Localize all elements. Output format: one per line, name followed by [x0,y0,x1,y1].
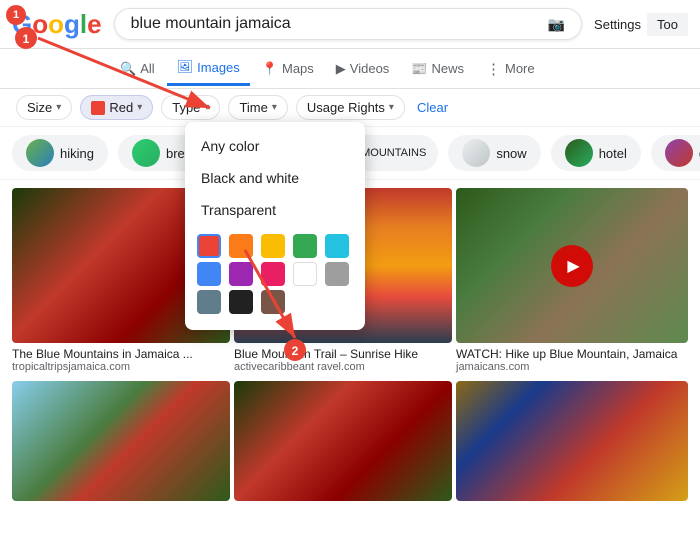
red-swatch [91,101,105,115]
time-chevron-icon: ▾ [272,102,277,113]
tab-images-label: Images [197,60,240,75]
tab-more-label: More [505,61,535,76]
image-title-aerial: WATCH: Hike up Blue Mountain, Jamaica [456,347,688,361]
type-label: Type [172,100,200,115]
color-dropdown: Any color Black and white Transparent [185,122,365,330]
image-col-right: ▶ WATCH: Hike up Blue Mountain, Jamaica … [456,188,688,501]
camera-icon[interactable]: 📷 [548,16,565,33]
tab-all-label: All [140,61,154,76]
hotel-thumb [565,139,593,167]
header-actions: Settings Too [594,13,688,36]
image-coffee-berries[interactable] [234,381,452,501]
hotel-label: hotel [599,146,627,161]
tab-videos[interactable]: ▶ Videos [326,53,400,85]
image-tent[interactable] [12,381,230,501]
search-icon: 🔍 [120,61,136,77]
time-label: Time [239,100,267,115]
swatch-green[interactable] [293,234,317,258]
swatch-yellow[interactable] [261,234,285,258]
type-filter[interactable]: Type ▾ [161,95,220,120]
usage-filter[interactable]: Usage Rights ▾ [296,95,405,120]
color-chevron-icon: ▾ [137,102,142,113]
swatch-orange[interactable] [229,234,253,258]
search-input[interactable] [131,15,540,33]
color-option-bw[interactable]: Black and white [185,162,365,194]
images-icon: 🖼 [177,59,194,75]
image-title-berries: The Blue Mountains in Jamaica ... [12,347,230,361]
suggestion-hotel[interactable]: hotel [551,135,641,171]
usage-label: Usage Rights [307,100,385,115]
play-icon: ▶ [567,256,579,276]
swatch-blue[interactable] [197,262,221,286]
swatch-lightgray[interactable] [325,262,349,286]
tab-all[interactable]: 🔍 All [110,53,165,85]
cabins-thumb [665,139,693,167]
image-title-sunrise: Blue Mountain Trail – Sunrise Hike [234,347,452,361]
tab-news[interactable]: 📰 News [401,53,474,85]
more-icon: ⋮ [486,60,501,78]
badge-circle-1: 1 [6,5,26,25]
suggestion-hiking[interactable]: hiking [12,135,108,171]
swatch-white[interactable] [293,262,317,286]
videos-icon: ▶ [336,61,346,77]
tab-news-label: News [431,61,464,76]
tab-maps-label: Maps [282,61,314,76]
image-source-aerial: jamaicans.com [456,361,688,373]
usage-chevron-icon: ▾ [389,102,394,113]
color-option-transparent[interactable]: Transparent [185,194,365,226]
youtube-play-overlay: ▶ [551,245,593,287]
image-aerial[interactable]: ▶ [456,188,688,343]
nav-tabs: 🔍 All 🖼 Images 📍 Maps ▶ Videos 📰 News ⋮ … [0,49,700,89]
header: Google 1 📷 Settings Too [0,0,700,49]
clear-button[interactable]: Clear [413,96,452,119]
swatch-purple[interactable] [229,262,253,286]
swatch-gray[interactable] [197,290,221,314]
color-filter[interactable]: Red ▾ [80,95,153,120]
suggestion-cabins[interactable]: cabins [651,135,700,171]
size-label: Size [27,100,52,115]
search-box: 📷 [114,8,582,40]
break-thumb [132,139,160,167]
tab-more[interactable]: ⋮ More [476,52,545,86]
image-caption-berries: The Blue Mountains in Jamaica ... tropic… [12,347,230,373]
swatch-brown[interactable] [261,290,285,314]
tab-maps[interactable]: 📍 Maps [252,53,324,85]
image-caption-sunrise: Blue Mountain Trail – Sunrise Hike activ… [234,347,452,373]
snow-label: snow [496,146,526,161]
tools-button[interactable]: Too [647,13,688,36]
hiking-label: hiking [60,146,94,161]
time-filter[interactable]: Time ▾ [228,95,287,120]
image-source-berries: tropicaltripsjamaica.com [12,361,230,373]
hiking-thumb [26,139,54,167]
settings-button[interactable]: Settings [594,17,641,32]
color-filter-label: Red [109,100,133,115]
google-logo[interactable]: Google 1 [12,9,102,40]
image-coffee-bags[interactable] [456,381,688,501]
snow-thumb [462,139,490,167]
swatch-pink[interactable] [261,262,285,286]
color-swatches [185,226,365,322]
type-chevron-icon: ▾ [204,102,209,113]
size-chevron-icon: ▾ [56,102,61,113]
tab-videos-label: Videos [350,61,390,76]
color-option-any[interactable]: Any color [185,130,365,162]
size-filter[interactable]: Size ▾ [16,95,72,120]
swatch-black[interactable] [229,290,253,314]
news-icon: 📰 [411,61,427,77]
image-source-sunrise: activecaribbeant ravel.com [234,361,452,373]
image-caption-aerial: WATCH: Hike up Blue Mountain, Jamaica ja… [456,347,688,373]
swatch-red[interactable] [197,234,221,258]
swatch-teal[interactable] [325,234,349,258]
tab-images[interactable]: 🖼 Images [167,51,250,86]
suggestion-snow[interactable]: snow [448,135,540,171]
maps-icon: 📍 [262,61,278,77]
